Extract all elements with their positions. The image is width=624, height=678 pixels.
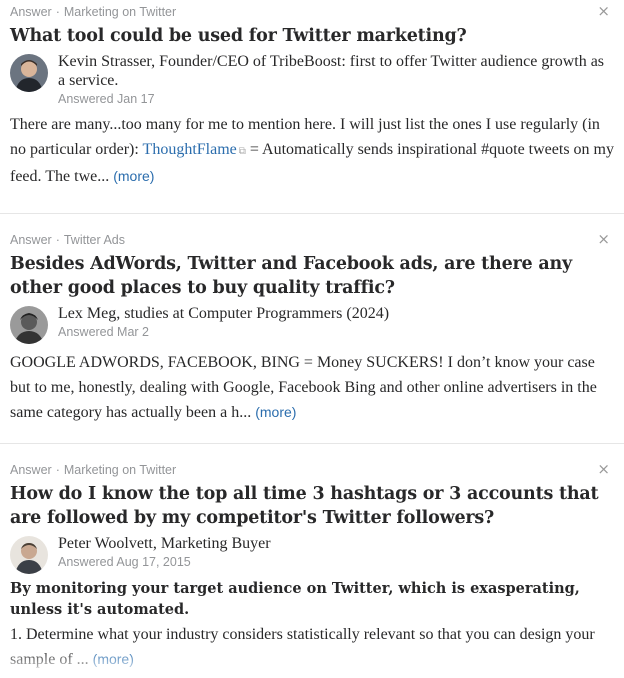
more-link[interactable]: (more) (113, 168, 154, 184)
meta-separator: · (55, 463, 60, 477)
answered-date[interactable]: Answered Mar 2 (58, 325, 614, 339)
answer-card: Answer · Marketing on Twitter × What tool … (0, 0, 624, 214)
answered-date[interactable]: Answered Aug 17, 2015 (58, 555, 614, 569)
meta-separator: · (55, 233, 60, 247)
meta-separator: · (55, 5, 60, 19)
topic-link[interactable]: Marketing on Twitter (64, 463, 176, 477)
more-link[interactable]: (more) (255, 404, 296, 420)
answer-lead: By monitoring your target audience on Tw… (10, 580, 580, 618)
author-credential[interactable]: Lex Meg, studies at Computer Programmers… (58, 304, 614, 323)
close-icon[interactable]: × (597, 461, 610, 478)
external-link-icon: ⧉ (238, 146, 246, 157)
author-row: Peter Woolvett, Marketing Buyer Answered… (10, 534, 614, 574)
card-type-label: Answer (10, 233, 52, 247)
avatar[interactable] (10, 536, 48, 574)
question-title[interactable]: How do I know the top all time 3 hashtag… (10, 482, 614, 530)
thoughtflame-link[interactable]: ThoughtFlame (143, 141, 237, 158)
card-type-label: Answer (10, 463, 52, 477)
question-title[interactable]: What tool could be used for Twitter mark… (10, 24, 614, 48)
answer-feed: Answer · Marketing on Twitter × What tool … (0, 0, 624, 678)
avatar[interactable] (10, 54, 48, 92)
close-icon[interactable]: × (597, 3, 610, 20)
answer-snippet: 1. Determine what your industry consider… (10, 622, 614, 672)
card-meta: Answer · Twitter Ads (10, 232, 614, 249)
answer-card: Answer · Twitter Ads × Besides AdWords, Tw… (0, 214, 624, 444)
close-icon[interactable]: × (597, 231, 610, 248)
topic-link[interactable]: Twitter Ads (64, 233, 125, 247)
author-row: Lex Meg, studies at Computer Programmers… (10, 304, 614, 344)
card-type-label: Answer (10, 5, 52, 19)
answer-snippet: GOOGLE ADWORDS, FACEBOOK, BING = Money S… (10, 350, 614, 425)
more-link[interactable]: (more) (93, 651, 134, 667)
author-credential[interactable]: Kevin Strasser, Founder/CEO of TribeBoos… (58, 52, 614, 90)
author-credential[interactable]: Peter Woolvett, Marketing Buyer (58, 534, 614, 553)
answer-card: Answer · Marketing on Twitter × How do I k… (0, 444, 624, 678)
card-meta: Answer · Marketing on Twitter (10, 462, 614, 479)
topic-link[interactable]: Marketing on Twitter (64, 5, 176, 19)
question-title[interactable]: Besides AdWords, Twitter and Facebook ad… (10, 252, 614, 300)
card-meta: Answer · Marketing on Twitter (10, 4, 614, 21)
snippet-text: GOOGLE ADWORDS, FACEBOOK, BING = Money S… (10, 354, 597, 421)
avatar[interactable] (10, 306, 48, 344)
answer-snippet: There are many...too many for me to ment… (10, 112, 614, 189)
answered-date[interactable]: Answered Jan 17 (58, 92, 614, 106)
author-row: Kevin Strasser, Founder/CEO of TribeBoos… (10, 52, 614, 106)
